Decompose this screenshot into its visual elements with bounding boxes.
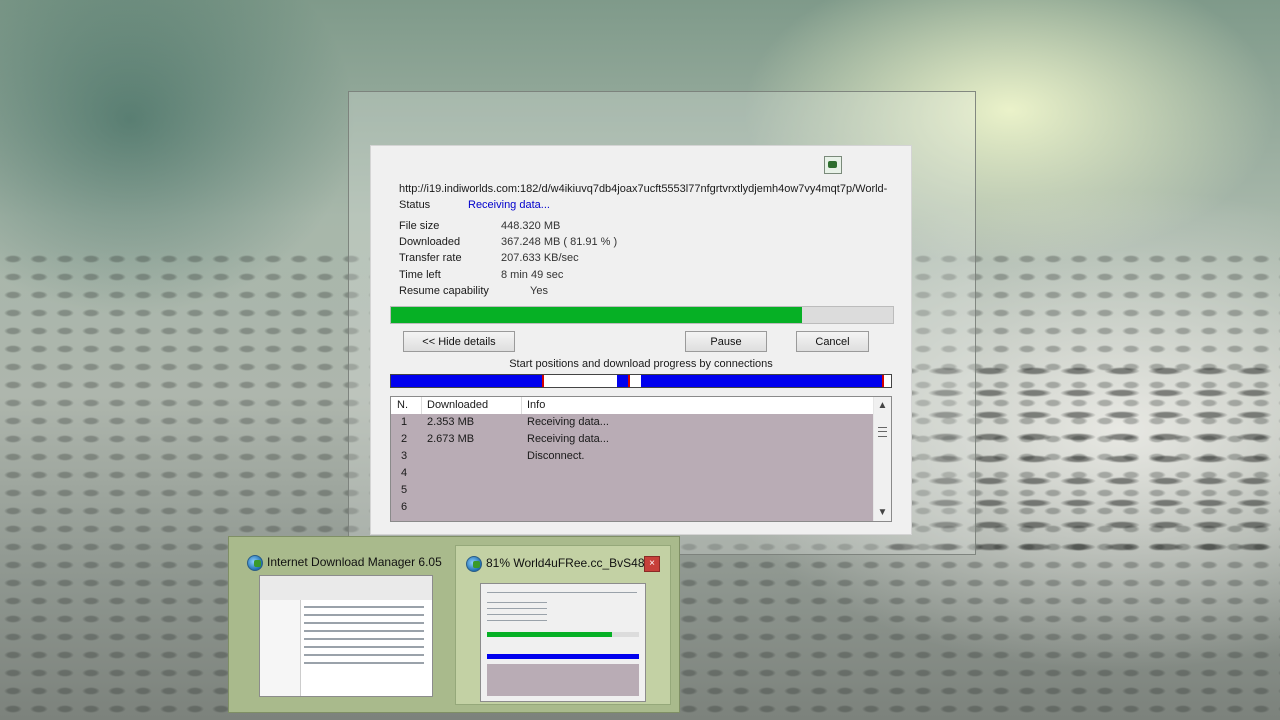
row-number: 1 [401,416,408,428]
time-left-label: Time left [399,269,441,281]
taskbar-preview-download[interactable]: 81% World4uFRee.cc_BvS48... × [455,545,671,705]
connection-marker-2 [628,375,630,387]
preview-title: Internet Download Manager 6.05 [267,555,442,569]
column-header-n[interactable]: N. [397,399,408,411]
download-url: http://i19.indiworlds.com:182/d/w4ikiuvq… [399,183,888,195]
scroll-up-icon[interactable]: ▲ [874,397,891,414]
connections-caption: Start positions and download progress by… [509,358,773,370]
column-divider [521,397,522,414]
download-progress-bar [390,306,894,324]
column-header-info[interactable]: Info [527,399,545,411]
row-number: 2 [401,433,408,445]
cancel-button[interactable]: Cancel [796,331,869,352]
file-size-value: 448.320 MB [501,220,561,232]
row-downloaded: 2.353 MB [427,416,475,428]
file-size-label: File size [399,220,440,232]
hide-details-button[interactable]: << Hide details [403,331,515,352]
table-row[interactable]: 4 [391,465,875,482]
connections-progress-bar [390,374,892,388]
resume-value: Yes [530,285,548,297]
resume-label: Resume capability [399,285,489,297]
idm-app-icon[interactable] [824,156,842,174]
scroll-thumb[interactable] [878,427,887,437]
column-header-downloaded[interactable]: Downloaded [427,399,488,411]
connections-table-header: N. Downloaded Info [391,397,875,415]
scroll-down-icon[interactable]: ▼ [874,504,891,521]
table-row[interactable]: 3 Disconnect. [391,448,875,465]
table-scrollbar[interactable]: ▲ ▼ [873,397,891,521]
row-info: Receiving data... [527,433,609,445]
downloaded-label: Downloaded [399,236,461,248]
preview-title: 81% World4uFRee.cc_BvS48... [486,556,655,570]
row-number: 3 [401,450,408,462]
downloaded-value: 367.248 MB ( 81.91 % ) [501,236,618,248]
idm-globe-icon [466,556,482,572]
time-left-value: 8 min 49 sec [501,269,564,281]
status-label: Status [399,199,431,211]
taskbar-preview-idm-main[interactable]: Internet Download Manager 6.05 [237,545,449,703]
connection-segment-1 [391,375,543,387]
idm-globe-icon [247,555,263,571]
download-progress-fill [391,307,803,323]
column-divider [421,397,422,414]
status-value: Receiving data... [468,199,550,211]
preview-thumbnail-idm-main [259,575,433,697]
row-number: 4 [401,467,408,479]
table-row[interactable]: 5 [391,482,875,499]
connections-table: N. Downloaded Info 1 2.353 MB Receiving … [390,396,892,522]
table-row[interactable]: 2 2.673 MB Receiving data... [391,431,875,448]
table-row[interactable]: 6 [391,499,875,516]
close-preview-button[interactable]: × [644,556,660,572]
preview-thumbnail-download [480,583,646,702]
connection-marker-1 [542,375,544,387]
row-number: 6 [401,501,408,513]
table-row[interactable]: 1 2.353 MB Receiving data... [391,414,875,431]
row-downloaded: 2.673 MB [427,433,475,445]
row-number: 5 [401,484,408,496]
connection-marker-3 [882,375,884,387]
connections-table-body: 1 2.353 MB Receiving data... 2 2.673 MB … [391,414,875,521]
taskbar-preview-panel: Internet Download Manager 6.05 81% World… [228,536,680,713]
download-progress-dialog: http://i19.indiworlds.com:182/d/w4ikiuvq… [370,145,912,535]
row-info: Disconnect. [527,450,585,462]
transfer-rate-label: Transfer rate [399,252,462,264]
pause-button[interactable]: Pause [685,331,767,352]
transfer-rate-value: 207.633 KB/sec [501,252,579,264]
connection-segment-3 [641,375,883,387]
row-info: Receiving data... [527,416,609,428]
